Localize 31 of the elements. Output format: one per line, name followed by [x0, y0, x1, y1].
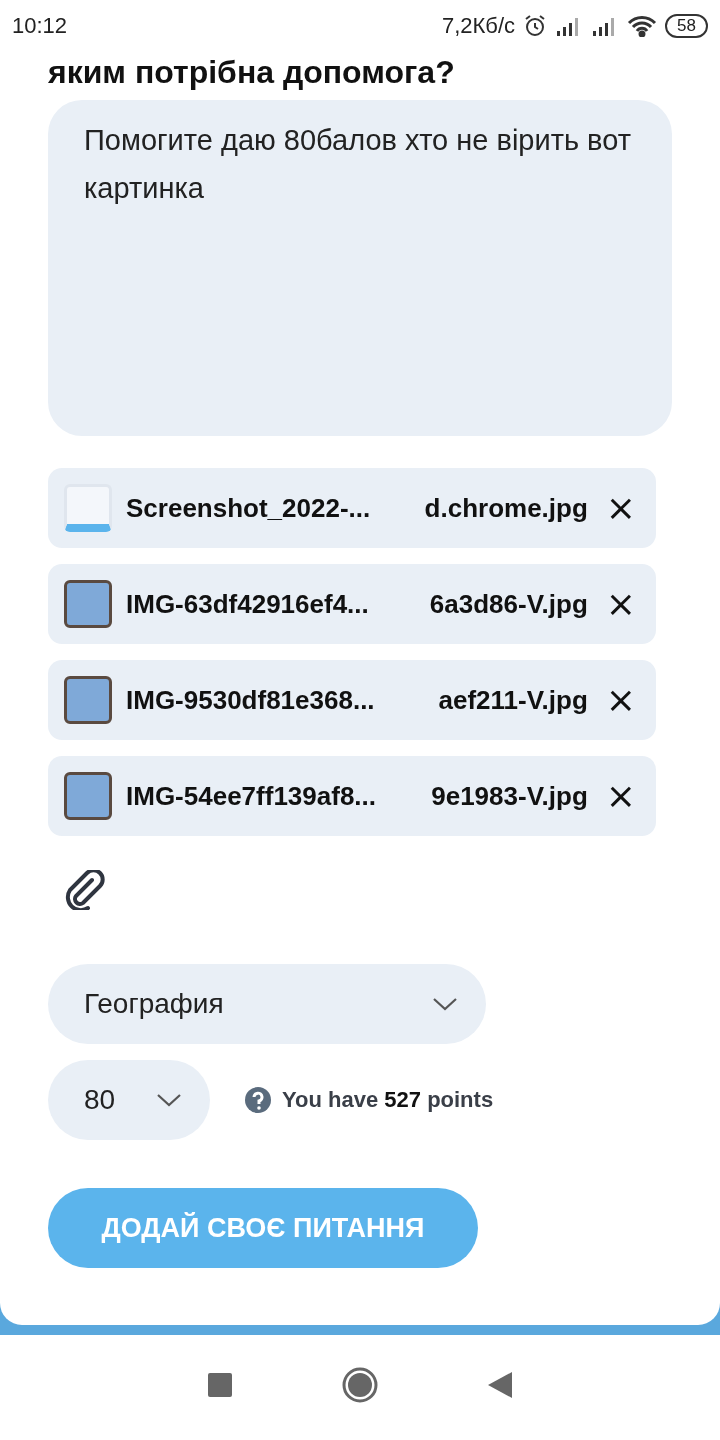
file-name: IMG-54ee7ff139af8...: [126, 780, 376, 812]
home-icon[interactable]: [342, 1367, 378, 1403]
paperclip-icon[interactable]: [64, 870, 108, 910]
file-extension-part: 9e1983-V.jpg: [431, 780, 588, 812]
file-extension-part: 6a3d86-V.jpg: [429, 588, 588, 620]
subject-select[interactable]: География: [48, 964, 486, 1044]
file-extension-part: aef211-V.jpg: [438, 684, 588, 716]
network-speed: 7,2Кб/с: [441, 13, 516, 39]
points-select[interactable]: 80: [48, 1060, 210, 1140]
remove-button[interactable]: ×: [601, 778, 640, 814]
remove-button[interactable]: ×: [601, 586, 640, 622]
wifi-icon: [627, 15, 658, 37]
help-icon[interactable]: [244, 1086, 272, 1114]
battery-indicator: 58: [665, 14, 708, 38]
chevron-down-icon: [156, 1093, 182, 1107]
photo-placeholder: [64, 580, 112, 628]
photo-placeholder: [64, 676, 112, 724]
back-icon[interactable]: [488, 1372, 512, 1398]
photo-placeholder: [64, 484, 112, 532]
photo-placeholder: [64, 772, 112, 820]
file-name: IMG-9530df81e368...: [126, 684, 375, 716]
chevron-down-icon: [432, 997, 458, 1011]
file-extension-part: d.chrome.jpg: [424, 492, 588, 524]
remove-button[interactable]: ×: [601, 490, 640, 526]
file-name: IMG-63df42916ef4...: [126, 588, 369, 620]
file-name: Screenshot_2022-...: [126, 492, 371, 524]
remove-button[interactable]: ×: [601, 682, 640, 718]
points-balance: You have 527 points: [282, 1087, 494, 1113]
question-field[interactable]: Помогите даю 80балов хто не вірить вот картинка: [48, 100, 672, 436]
clock-time: 10:12: [12, 13, 68, 39]
question-heading: яким потрібна допомога?: [48, 53, 456, 92]
